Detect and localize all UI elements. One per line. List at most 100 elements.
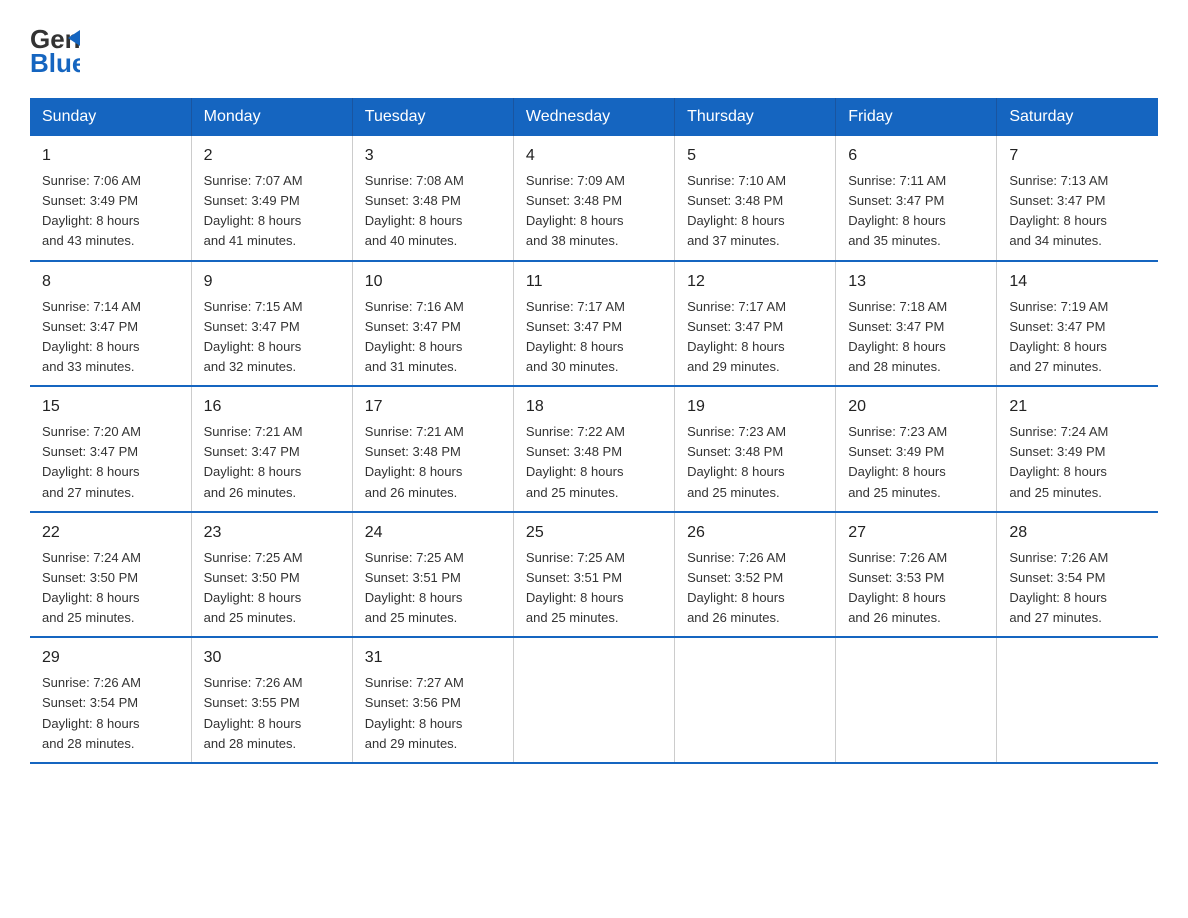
day-info: Sunrise: 7:20 AMSunset: 3:47 PMDaylight:… [42, 422, 179, 503]
page-header: General Blue [30, 20, 1158, 80]
calendar-cell [675, 637, 836, 763]
calendar-cell: 24Sunrise: 7:25 AMSunset: 3:51 PMDayligh… [352, 512, 513, 638]
day-info: Sunrise: 7:08 AMSunset: 3:48 PMDaylight:… [365, 171, 501, 252]
column-header-tuesday: Tuesday [352, 98, 513, 136]
calendar-cell: 26 Sunrise: 7:26 AMSunset: 3:52 PMDayligh… [675, 512, 836, 638]
day-info: Sunrise: 7:26 AMSunset: 3:52 PMDaylight:… [687, 548, 823, 629]
day-number: 18 [526, 395, 662, 419]
day-info: Sunrise: 7:24 AMSunset: 3:50 PMDaylight:… [42, 548, 179, 629]
day-number: 6 [848, 144, 984, 168]
calendar-cell: 11 Sunrise: 7:17 AMSunset: 3:47 PMDayligh… [513, 261, 674, 387]
calendar-cell: 29 Sunrise: 7:26 AMSunset: 3:54 PMDayligh… [30, 637, 191, 763]
day-info: Sunrise: 7:23 AMSunset: 3:49 PMDaylight:… [848, 422, 984, 503]
day-number: 28 [1009, 521, 1146, 545]
calendar-cell: 31 Sunrise: 7:27 AMSunset: 3:56 PMDayligh… [352, 637, 513, 763]
calendar-cell: 10 Sunrise: 7:16 AMSunset: 3:47 PMDayligh… [352, 261, 513, 387]
day-number: 21 [1009, 395, 1146, 419]
day-info: Sunrise: 7:17 AMSunset: 3:47 PMDaylight:… [687, 297, 823, 378]
calendar-cell: 1 Sunrise: 7:06 AMSunset: 3:49 PMDaylight… [30, 136, 191, 261]
day-info: Sunrise: 7:17 AMSunset: 3:47 PMDaylight:… [526, 297, 662, 378]
day-number: 27 [848, 521, 984, 545]
day-info: Sunrise: 7:26 AMSunset: 3:53 PMDaylight:… [848, 548, 984, 629]
calendar-cell: 20Sunrise: 7:23 AMSunset: 3:49 PMDayligh… [836, 386, 997, 512]
calendar-cell: 5 Sunrise: 7:10 AMSunset: 3:48 PMDaylight… [675, 136, 836, 261]
calendar-cell: 4 Sunrise: 7:09 AMSunset: 3:48 PMDaylight… [513, 136, 674, 261]
day-number: 14 [1009, 270, 1146, 294]
column-header-thursday: Thursday [675, 98, 836, 136]
logo: General Blue [30, 20, 82, 80]
calendar-cell: 7 Sunrise: 7:13 AMSunset: 3:47 PMDaylight… [997, 136, 1158, 261]
day-number: 8 [42, 270, 179, 294]
calendar-cell: 15 Sunrise: 7:20 AMSunset: 3:47 PMDayligh… [30, 386, 191, 512]
day-number: 25 [526, 521, 662, 545]
column-header-sunday: Sunday [30, 98, 191, 136]
day-number: 22 [42, 521, 179, 545]
day-info: Sunrise: 7:23 AMSunset: 3:48 PMDaylight:… [687, 422, 823, 503]
calendar-cell: 30 Sunrise: 7:26 AMSunset: 3:55 PMDayligh… [191, 637, 352, 763]
calendar-week-row: 1 Sunrise: 7:06 AMSunset: 3:49 PMDaylight… [30, 136, 1158, 261]
calendar-cell: 17Sunrise: 7:21 AMSunset: 3:48 PMDayligh… [352, 386, 513, 512]
day-number: 29 [42, 646, 179, 670]
calendar-cell: 16 Sunrise: 7:21 AMSunset: 3:47 PMDayligh… [191, 386, 352, 512]
day-number: 4 [526, 144, 662, 168]
day-number: 23 [204, 521, 340, 545]
day-number: 9 [204, 270, 340, 294]
calendar-cell: 25 Sunrise: 7:25 AMSunset: 3:51 PMDayligh… [513, 512, 674, 638]
calendar-week-row: 8 Sunrise: 7:14 AMSunset: 3:47 PMDaylight… [30, 261, 1158, 387]
calendar-cell: 23 Sunrise: 7:25 AMSunset: 3:50 PMDayligh… [191, 512, 352, 638]
day-info: Sunrise: 7:10 AMSunset: 3:48 PMDaylight:… [687, 171, 823, 252]
day-info: Sunrise: 7:06 AMSunset: 3:49 PMDaylight:… [42, 171, 179, 252]
calendar-cell: 18 Sunrise: 7:22 AMSunset: 3:48 PMDayligh… [513, 386, 674, 512]
calendar-week-row: 29 Sunrise: 7:26 AMSunset: 3:54 PMDayligh… [30, 637, 1158, 763]
day-info: Sunrise: 7:13 AMSunset: 3:47 PMDaylight:… [1009, 171, 1146, 252]
calendar-cell: 9 Sunrise: 7:15 AMSunset: 3:47 PMDaylight… [191, 261, 352, 387]
day-number: 11 [526, 270, 662, 294]
day-info: Sunrise: 7:14 AMSunset: 3:47 PMDaylight:… [42, 297, 179, 378]
day-number: 30 [204, 646, 340, 670]
logo-icon: General Blue [30, 20, 80, 80]
day-info: Sunrise: 7:15 AMSunset: 3:47 PMDaylight:… [204, 297, 340, 378]
calendar-cell: 14Sunrise: 7:19 AMSunset: 3:47 PMDayligh… [997, 261, 1158, 387]
day-info: Sunrise: 7:26 AMSunset: 3:54 PMDaylight:… [42, 673, 179, 754]
day-number: 16 [204, 395, 340, 419]
day-info: Sunrise: 7:07 AMSunset: 3:49 PMDaylight:… [204, 171, 340, 252]
column-header-monday: Monday [191, 98, 352, 136]
column-header-friday: Friday [836, 98, 997, 136]
day-number: 10 [365, 270, 501, 294]
day-number: 5 [687, 144, 823, 168]
calendar-week-row: 15 Sunrise: 7:20 AMSunset: 3:47 PMDayligh… [30, 386, 1158, 512]
day-number: 1 [42, 144, 179, 168]
day-number: 15 [42, 395, 179, 419]
column-header-saturday: Saturday [997, 98, 1158, 136]
calendar-cell: 13Sunrise: 7:18 AMSunset: 3:47 PMDayligh… [836, 261, 997, 387]
column-header-wednesday: Wednesday [513, 98, 674, 136]
day-number: 24 [365, 521, 501, 545]
day-number: 2 [204, 144, 340, 168]
column-header-row: SundayMondayTuesdayWednesdayThursdayFrid… [30, 98, 1158, 136]
day-info: Sunrise: 7:09 AMSunset: 3:48 PMDaylight:… [526, 171, 662, 252]
day-info: Sunrise: 7:25 AMSunset: 3:50 PMDaylight:… [204, 548, 340, 629]
calendar-cell: 2 Sunrise: 7:07 AMSunset: 3:49 PMDaylight… [191, 136, 352, 261]
calendar-table: SundayMondayTuesdayWednesdayThursdayFrid… [30, 98, 1158, 764]
calendar-cell: 22 Sunrise: 7:24 AMSunset: 3:50 PMDayligh… [30, 512, 191, 638]
day-number: 7 [1009, 144, 1146, 168]
calendar-cell: 8 Sunrise: 7:14 AMSunset: 3:47 PMDaylight… [30, 261, 191, 387]
day-info: Sunrise: 7:22 AMSunset: 3:48 PMDaylight:… [526, 422, 662, 503]
calendar-week-row: 22 Sunrise: 7:24 AMSunset: 3:50 PMDayligh… [30, 512, 1158, 638]
day-info: Sunrise: 7:16 AMSunset: 3:47 PMDaylight:… [365, 297, 501, 378]
calendar-cell: 28 Sunrise: 7:26 AMSunset: 3:54 PMDayligh… [997, 512, 1158, 638]
calendar-cell: 12Sunrise: 7:17 AMSunset: 3:47 PMDayligh… [675, 261, 836, 387]
calendar-cell: 27 Sunrise: 7:26 AMSunset: 3:53 PMDayligh… [836, 512, 997, 638]
day-info: Sunrise: 7:26 AMSunset: 3:55 PMDaylight:… [204, 673, 340, 754]
day-number: 31 [365, 646, 501, 670]
day-info: Sunrise: 7:25 AMSunset: 3:51 PMDaylight:… [526, 548, 662, 629]
day-info: Sunrise: 7:18 AMSunset: 3:47 PMDaylight:… [848, 297, 984, 378]
day-info: Sunrise: 7:27 AMSunset: 3:56 PMDaylight:… [365, 673, 501, 754]
day-info: Sunrise: 7:21 AMSunset: 3:47 PMDaylight:… [204, 422, 340, 503]
day-number: 3 [365, 144, 501, 168]
calendar-cell [513, 637, 674, 763]
day-info: Sunrise: 7:24 AMSunset: 3:49 PMDaylight:… [1009, 422, 1146, 503]
day-number: 26 [687, 521, 823, 545]
day-info: Sunrise: 7:26 AMSunset: 3:54 PMDaylight:… [1009, 548, 1146, 629]
calendar-cell: 3 Sunrise: 7:08 AMSunset: 3:48 PMDaylight… [352, 136, 513, 261]
